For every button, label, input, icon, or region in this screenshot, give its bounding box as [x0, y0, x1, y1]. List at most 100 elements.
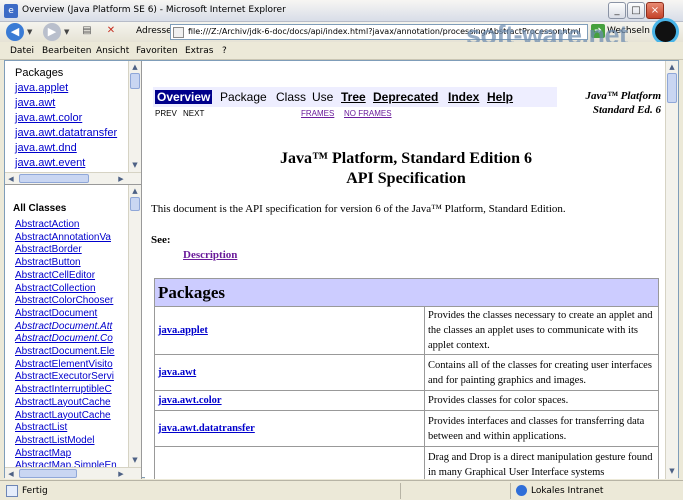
scroll-up-icon[interactable]: ▲	[129, 187, 141, 195]
package-name-link[interactable]: java.awt.color	[158, 395, 222, 406]
close-button[interactable]: ×	[646, 2, 664, 19]
class-link[interactable]: AbstractCellEditor	[15, 270, 117, 283]
toolbar: ◀ ▼ ▶ ▼ ▤ ✕ Adresse file:///Z:/Archiv/jd…	[0, 22, 683, 42]
scroll-thumb[interactable]	[19, 469, 77, 478]
class-link[interactable]: AbstractCollection	[15, 283, 117, 296]
prev-label: PREV	[155, 109, 177, 118]
menu-bearbeiten[interactable]: Bearbeiten	[42, 46, 91, 56]
package-vertical-scrollbar[interactable]: ▲ ▼	[128, 61, 141, 172]
stop-icon[interactable]: ✕	[104, 24, 118, 38]
status-text: Fertig	[22, 486, 48, 496]
scroll-thumb[interactable]	[130, 73, 140, 89]
package-list-frame: Packages java.applet java.awt java.awt.c…	[5, 61, 142, 185]
frames-link[interactable]: FRAMES	[301, 109, 334, 118]
forward-icon[interactable]: ▶	[43, 23, 61, 41]
address-url[interactable]: file:///Z:/Archiv/jdk-6-doc/docs/api/ind…	[188, 27, 583, 36]
nav-index-link[interactable]: Index	[448, 90, 479, 104]
packages-table: Packages java.applet Provides the classe…	[154, 278, 659, 479]
class-link[interactable]: AbstractColorChooser	[15, 295, 117, 308]
scroll-down-icon[interactable]: ▼	[129, 456, 141, 464]
class-link[interactable]: AbstractListModel	[15, 435, 117, 448]
scroll-thumb[interactable]	[19, 174, 89, 183]
menu-extras[interactable]: Extras	[185, 46, 213, 56]
next-label: NEXT	[183, 109, 205, 118]
package-link[interactable]: java.awt.color	[15, 111, 117, 126]
class-link[interactable]: AbstractAction	[15, 219, 117, 232]
class-link[interactable]: AbstractDocument	[15, 308, 117, 321]
class-link[interactable]: AbstractAnnotationVa	[15, 232, 117, 245]
class-link[interactable]: AbstractBorder	[15, 244, 117, 257]
nav-help-link[interactable]: Help	[487, 90, 513, 104]
table-row: java.applet Provides the classes necessa…	[154, 306, 659, 355]
class-link[interactable]: AbstractElementVisito	[15, 359, 117, 372]
package-list: java.applet java.awt java.awt.color java…	[15, 81, 117, 171]
platform-header-line1: Java™ Platform	[585, 90, 661, 102]
package-link[interactable]: java.awt.event	[15, 156, 117, 171]
description-text: This document is the API specification f…	[151, 203, 566, 215]
maximize-button[interactable]: □	[627, 2, 645, 19]
package-link[interactable]: java.awt.dnd	[15, 141, 117, 156]
class-link[interactable]: AbstractMap	[15, 448, 117, 461]
page-title-line2: API Specification	[346, 170, 466, 187]
scroll-thumb[interactable]	[130, 197, 140, 211]
address-field[interactable]: file:///Z:/Archiv/jdk-6-doc/docs/api/ind…	[170, 24, 588, 40]
class-link[interactable]: AbstractLayoutCache	[15, 410, 117, 423]
go-icon[interactable]: ➔	[591, 24, 605, 38]
class-link[interactable]: AbstractInterruptibleC	[15, 384, 117, 397]
menu-ansicht[interactable]: Ansicht	[96, 46, 129, 56]
class-link[interactable]: AbstractList	[15, 422, 117, 435]
scroll-down-icon[interactable]: ▼	[666, 467, 678, 475]
minimize-button[interactable]: _	[608, 2, 626, 19]
package-link[interactable]: java.applet	[15, 81, 117, 96]
all-classes-heading: All Classes	[13, 203, 67, 214]
package-name-cell: java.awt	[154, 354, 425, 391]
nav-overview: Overview	[155, 90, 213, 104]
class-link[interactable]: AbstractDocument.Ele	[15, 346, 117, 359]
no-frames-link[interactable]: NO FRAMES	[344, 109, 392, 118]
table-row: java.awt.datatransfer Provides interface…	[154, 410, 659, 447]
package-name-link[interactable]: java.awt.datatransfer	[158, 423, 255, 434]
package-name-cell: java.awt.color	[154, 390, 425, 411]
forward-dropdown-icon[interactable]: ▼	[64, 28, 69, 36]
scroll-up-icon[interactable]: ▲	[666, 63, 678, 71]
scroll-thumb[interactable]	[667, 73, 677, 103]
main-vertical-scrollbar[interactable]: ▲ ▼	[665, 61, 678, 479]
menu-favoriten[interactable]: Favoriten	[136, 46, 178, 56]
scroll-up-icon[interactable]: ▲	[129, 63, 141, 71]
package-desc-cell: Provides the classes necessary to create…	[424, 306, 659, 355]
class-horizontal-scrollbar[interactable]: ◀ ▶	[5, 467, 141, 479]
scroll-right-icon[interactable]: ▶	[115, 175, 127, 183]
scroll-left-icon[interactable]: ◀	[5, 470, 17, 478]
class-link[interactable]: AbstractExecutorServi	[15, 371, 117, 384]
description-link[interactable]: Description	[183, 249, 237, 261]
class-link[interactable]: AbstractDocument.Att	[15, 321, 117, 334]
title-bar: e Overview (Java Platform SE 6) - Micros…	[0, 0, 683, 22]
back-dropdown-icon[interactable]: ▼	[27, 28, 32, 36]
package-horizontal-scrollbar[interactable]: ◀ ▶	[5, 172, 141, 184]
class-vertical-scrollbar[interactable]: ▲ ▼	[128, 185, 141, 467]
zone-text: Lokales Intranet	[531, 486, 604, 496]
class-link[interactable]: AbstractDocument.Co	[15, 333, 117, 346]
scroll-left-icon[interactable]: ◀	[5, 175, 17, 183]
status-bar: Fertig Lokales Intranet	[0, 480, 683, 500]
package-link[interactable]: java.awt.datatransfer	[15, 126, 117, 141]
package-name-link[interactable]: java.awt	[158, 367, 196, 378]
nav-deprecated-link[interactable]: Deprecated	[373, 90, 438, 104]
file-icon	[173, 27, 184, 38]
package-name-cell: java.awt.datatransfer	[154, 410, 425, 447]
page-icon[interactable]: ▤	[80, 24, 94, 38]
class-link[interactable]: AbstractButton	[15, 257, 117, 270]
platform-header-line2: Standard Ed. 6	[592, 104, 661, 116]
menu-help[interactable]: ?	[222, 46, 227, 56]
back-icon[interactable]: ◀	[6, 23, 24, 41]
class-link[interactable]: AbstractLayoutCache	[15, 397, 117, 410]
nav-tree-link[interactable]: Tree	[341, 90, 366, 104]
scroll-down-icon[interactable]: ▼	[129, 161, 141, 169]
package-link[interactable]: java.awt	[15, 96, 117, 111]
package-name-link[interactable]: java.applet	[158, 325, 208, 336]
menu-datei[interactable]: Datei	[10, 46, 34, 56]
nav-package: Package	[220, 90, 267, 104]
platform-header: Java™ Platform Standard Ed. 6	[557, 89, 661, 117]
packages-table-heading: Packages	[154, 278, 659, 307]
scroll-right-icon[interactable]: ▶	[115, 470, 127, 478]
